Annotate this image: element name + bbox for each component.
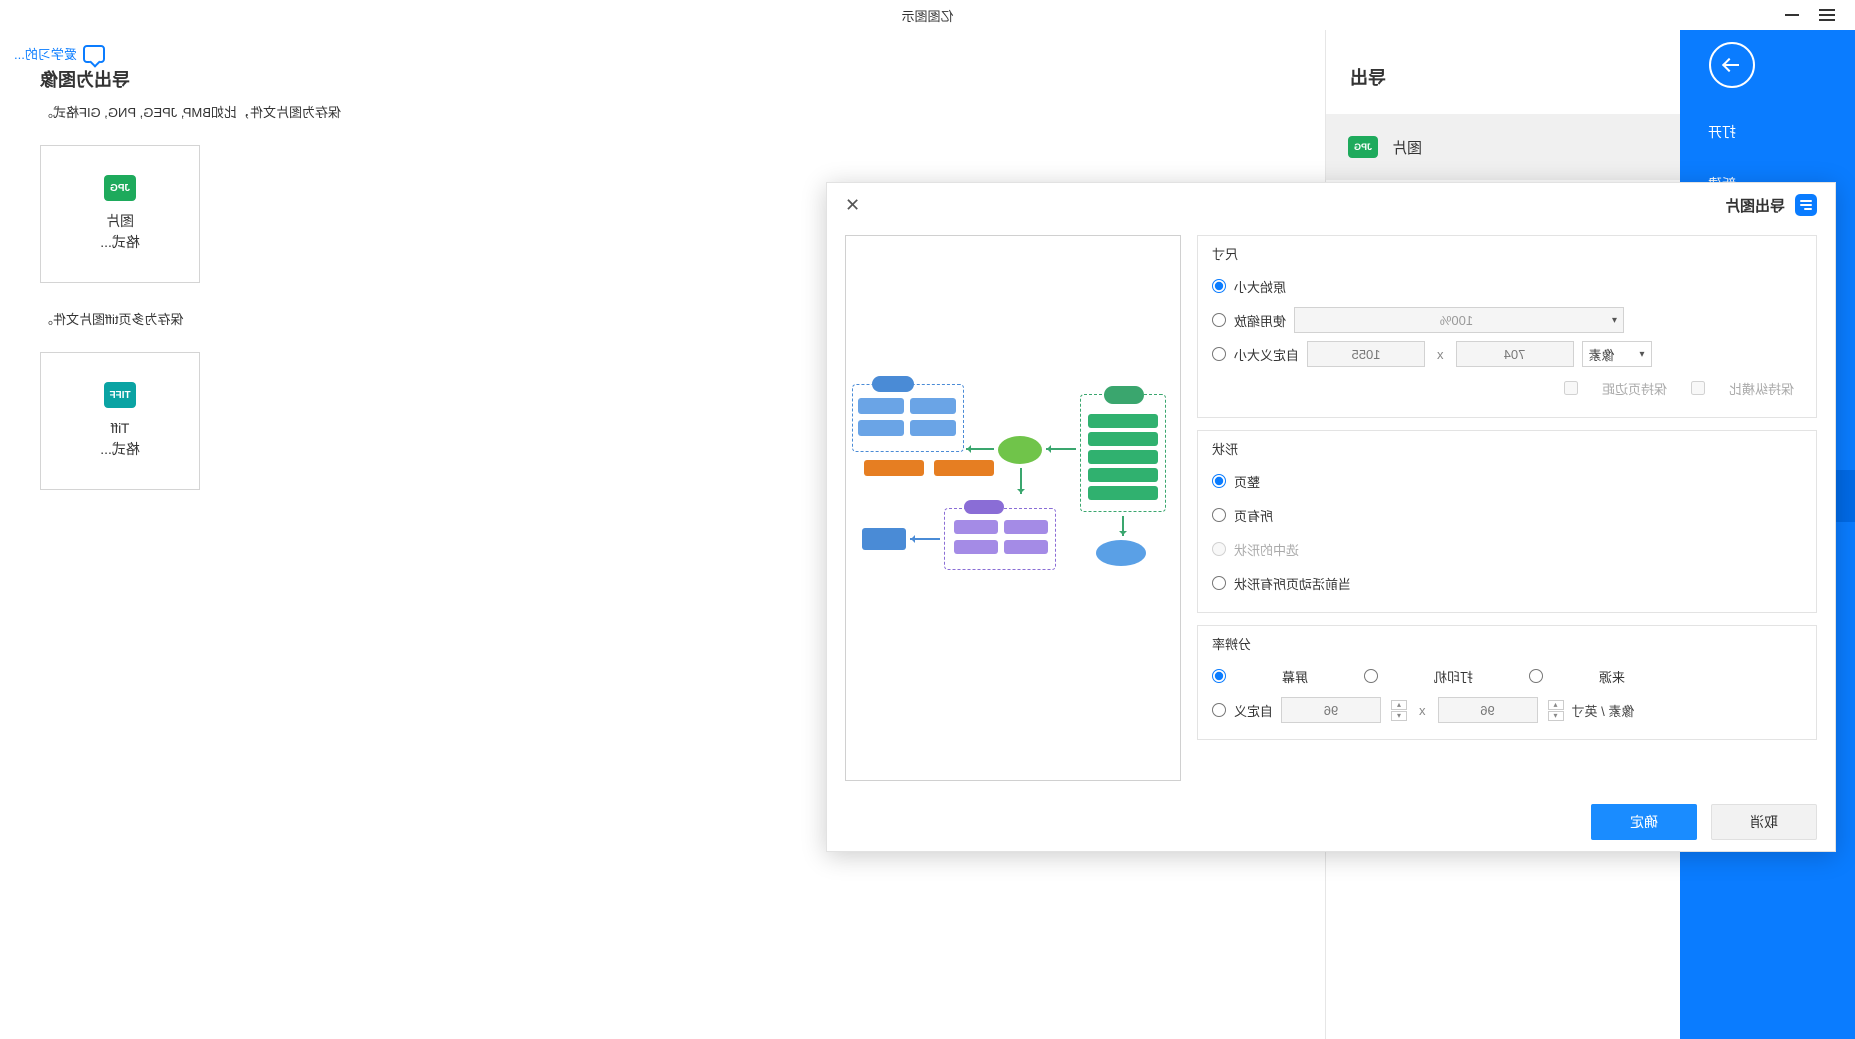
tile-image-format[interactable]: JPG 图片 格式...	[40, 145, 200, 283]
hamburger-icon[interactable]	[1819, 14, 1835, 16]
opt-source-label: 来源	[1599, 667, 1625, 686]
radio-screen[interactable]	[1212, 669, 1226, 683]
group-title-size: 尺寸	[1212, 244, 1802, 263]
close-icon[interactable]: ✕	[845, 195, 860, 216]
tile-label: 图片 格式...	[100, 211, 140, 253]
size-group: 尺寸 原始大小 ▾ 100% 使用缩放 ▾ 像素	[1197, 235, 1817, 418]
res-spinner-1[interactable]: ▴▾	[1389, 700, 1407, 721]
tiff-icon: TIFF	[104, 382, 136, 408]
unit-value: 像素	[1589, 345, 1615, 364]
detail-title: 导出为图像	[40, 66, 1285, 92]
radio-full-page[interactable]	[1212, 474, 1226, 488]
checkbox-margin-label: 保持页边距	[1602, 379, 1667, 398]
back-button[interactable]	[1709, 42, 1755, 88]
opt-printer-label: 打印机	[1434, 667, 1473, 686]
checkbox-keep-margin[interactable]	[1691, 381, 1705, 395]
radio-all-pages[interactable]	[1212, 508, 1226, 522]
radio-all-shapes[interactable]	[1212, 576, 1226, 590]
export-item-label: 图片	[1392, 137, 1422, 158]
radio-printer[interactable]	[1364, 669, 1378, 683]
resolution-group: 分辨率 来源 打印机 屏幕 像素 / 英寸 ▴▾ x ▴▾ 自定义	[1197, 625, 1817, 740]
width-input[interactable]	[1307, 341, 1425, 367]
speech-bubble-icon	[83, 45, 105, 63]
opt-allshapes-label: 当前活动页所有形状	[1234, 574, 1351, 593]
preview-pane	[845, 235, 1181, 781]
app-logo-icon	[1795, 194, 1817, 216]
detail-desc: 保存为图片文件，比如BMP, JPEG, PNG, GIF格式。	[40, 102, 1285, 121]
unit-combo[interactable]: ▾ 像素	[1582, 341, 1652, 367]
zoom-value: 100%	[1301, 313, 1612, 328]
app-title: 亿图图示	[901, 6, 953, 25]
sidebar-item-open[interactable]: 打开	[1680, 106, 1855, 158]
res-input-2[interactable]	[1438, 697, 1538, 723]
group-title-res: 分辨率	[1212, 634, 1802, 653]
tile-tiff-format[interactable]: TIFF Tiff 格式...	[40, 352, 200, 490]
opt-screen-label: 屏幕	[1282, 667, 1308, 686]
jpg-icon: JPG	[104, 175, 136, 201]
cancel-button[interactable]: 取消	[1711, 804, 1817, 840]
arrow-right-icon	[1724, 57, 1740, 73]
minimize-icon[interactable]	[1785, 14, 1799, 16]
x-separator: x	[1419, 703, 1426, 718]
opt-original-label: 原始大小	[1234, 277, 1286, 296]
group-title-shape: 形状	[1212, 439, 1802, 458]
res-spinner-2[interactable]: ▴▾	[1546, 700, 1564, 721]
export-header: 导出	[1326, 64, 1680, 90]
x-separator: x	[1437, 347, 1444, 362]
study-bubble-label: 爱学习的...	[14, 44, 77, 63]
height-input[interactable]	[1456, 341, 1574, 367]
radio-selection[interactable]	[1212, 542, 1226, 556]
opt-custom-label: 自定义大小	[1234, 345, 1299, 364]
study-bubble[interactable]: 爱学习的...	[14, 44, 105, 63]
radio-zoom[interactable]	[1212, 313, 1226, 327]
sidebar-label: 打开	[1708, 122, 1736, 142]
radio-source[interactable]	[1529, 669, 1543, 683]
ok-button[interactable]: 确定	[1591, 804, 1697, 840]
chevron-down-icon: ▾	[1612, 315, 1617, 326]
export-image-dialog: 导出图片 ✕ 尺寸 原始大小 ▾ 100% 使用缩放	[826, 182, 1836, 852]
cancel-label: 取消	[1750, 812, 1778, 832]
zoom-combo[interactable]: ▾ 100%	[1294, 307, 1624, 333]
opt-rescustom-label: 自定义	[1234, 701, 1273, 720]
radio-res-custom[interactable]	[1212, 703, 1226, 717]
radio-original-size[interactable]	[1212, 279, 1226, 293]
export-item-image[interactable]: 图片 JPG	[1326, 114, 1680, 180]
opt-allpages-label: 所有页	[1234, 506, 1273, 525]
opt-selection-label: 选中的形状	[1234, 540, 1299, 559]
chevron-down-icon: ▾	[1639, 349, 1644, 360]
jpg-badge-icon: JPG	[1348, 136, 1378, 158]
checkbox-aspect-label: 保持纵横比	[1729, 379, 1794, 398]
opt-zoom-label: 使用缩放	[1234, 311, 1286, 330]
res-unit-label: 像素 / 英寸	[1572, 701, 1635, 720]
flowchart-preview	[854, 388, 1172, 628]
radio-custom-size[interactable]	[1212, 347, 1226, 361]
ok-label: 确定	[1630, 812, 1658, 832]
tile-label: Tiff 格式...	[100, 418, 140, 460]
res-input-1[interactable]	[1281, 697, 1381, 723]
shape-group: 形状 整页 所有页 选中的形状 当前活动页所有形状	[1197, 430, 1817, 613]
opt-fullpage-label: 整页	[1234, 472, 1260, 491]
dialog-title: 导出图片	[1725, 195, 1785, 216]
checkbox-aspect-ratio[interactable]	[1564, 381, 1578, 395]
